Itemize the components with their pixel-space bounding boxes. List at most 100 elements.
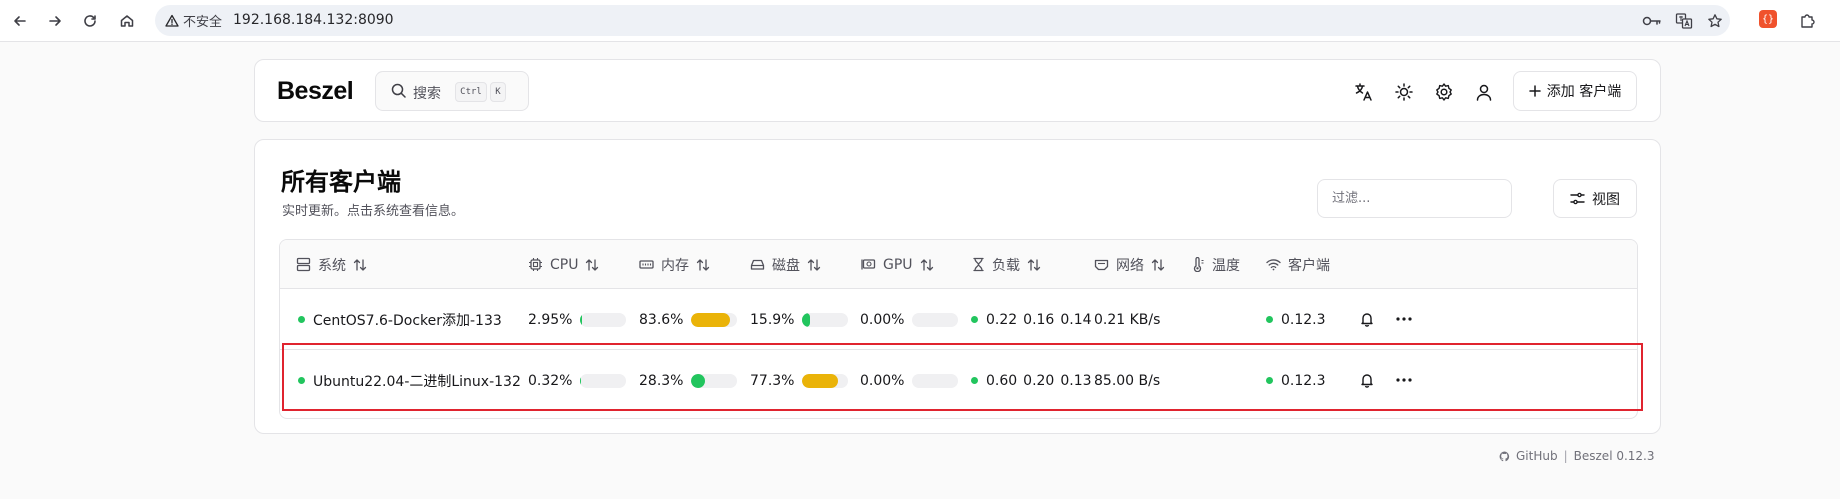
address-bar[interactable]: 不安全 192.168.184.132:8090 — [155, 5, 1730, 36]
app-logo[interactable]: Beszel — [277, 77, 354, 106]
bookmark-star-icon[interactable] — [1705, 11, 1725, 31]
thermometer-icon — [1193, 257, 1204, 272]
cpu-bar-fill — [580, 312, 582, 327]
load-status-dot — [971, 316, 978, 323]
hourglass-icon — [973, 257, 984, 272]
sort-icon — [586, 258, 599, 271]
browser-toolbar: 不安全 192.168.184.132:8090 {} — [0, 0, 1840, 42]
user-icon[interactable] — [1472, 80, 1496, 104]
gpu-value: 0.00% — [860, 311, 905, 328]
extensions-puzzle-icon[interactable] — [1795, 8, 1821, 34]
load-cell: 0.22 0.16 0.14 — [971, 289, 1092, 350]
network-value: 0.21 KB/s — [1094, 311, 1161, 328]
url-text[interactable]: 192.168.184.132:8090 — [233, 12, 394, 28]
disk-bar — [802, 312, 849, 327]
theme-sun-icon[interactable] — [1392, 80, 1416, 104]
column-network[interactable]: 网络 — [1094, 240, 1165, 289]
security-label: 不安全 — [183, 15, 223, 30]
column-system-label: 系统 — [318, 257, 346, 274]
disk-cell: 15.9% — [750, 289, 849, 350]
column-network-label: 网络 — [1116, 257, 1144, 274]
agent-status-dot — [1266, 316, 1273, 323]
gpu-icon — [861, 259, 876, 270]
sort-icon — [807, 258, 821, 271]
table-header: 系统 CPU 内存 磁盘 GPU 负载 网络 温度 客户端 — [280, 240, 1637, 289]
column-agent[interactable]: 客户端 — [1266, 240, 1330, 289]
column-disk-label: 磁盘 — [772, 257, 800, 274]
column-disk[interactable]: 磁盘 — [750, 240, 821, 289]
sliders-icon — [1570, 192, 1585, 205]
column-load[interactable]: 负载 — [972, 240, 1041, 289]
memory-value: 83.6% — [639, 311, 684, 328]
column-cpu[interactable]: CPU — [528, 240, 599, 289]
column-temperature-label: 温度 — [1212, 257, 1240, 274]
github-icon — [1499, 451, 1510, 461]
security-indicator[interactable]: 不安全 — [165, 10, 222, 31]
column-gpu[interactable]: GPU — [861, 240, 934, 289]
gpu-cell: 0.00% — [860, 289, 959, 350]
column-system[interactable]: 系统 — [296, 240, 367, 289]
filter-input[interactable] — [1317, 179, 1512, 218]
view-label: 视图 — [1592, 191, 1620, 208]
memory-bar — [691, 312, 738, 327]
agent-cell: 0.12.3 — [1266, 289, 1326, 350]
cpu-icon — [529, 258, 542, 271]
column-memory[interactable]: 内存 — [639, 240, 710, 289]
column-memory-label: 内存 — [661, 257, 689, 274]
sort-icon — [353, 258, 367, 271]
github-link[interactable]: GitHub — [1516, 449, 1558, 463]
server-icon — [296, 257, 311, 272]
memory-cell: 83.6% — [639, 289, 738, 350]
password-key-icon[interactable] — [1642, 11, 1662, 31]
table-row[interactable]: CentOS7.6-Docker添加-133 2.95% 83.6% 15.9%… — [280, 289, 1637, 350]
home-icon[interactable] — [114, 8, 140, 34]
bell-icon[interactable] — [1355, 307, 1379, 331]
system-name: CentOS7.6-Docker添加-133 — [313, 312, 502, 329]
disk-bar-fill — [802, 312, 810, 327]
cpu-bar — [580, 312, 627, 327]
page-title: 所有客户端 — [281, 168, 401, 196]
add-client-label: 添加 客户端 — [1546, 84, 1622, 100]
memory-icon — [639, 260, 654, 269]
language-icon[interactable] — [1352, 80, 1376, 104]
warning-icon — [165, 14, 179, 27]
gpu-bar — [912, 312, 959, 327]
translate-page-icon[interactable] — [1674, 11, 1694, 31]
footer: GitHub | Beszel 0.12.3 — [1499, 449, 1655, 463]
system-name-cell[interactable]: CentOS7.6-Docker添加-133 — [298, 289, 502, 350]
settings-gear-icon[interactable] — [1432, 80, 1456, 104]
wifi-icon — [1266, 259, 1281, 271]
agent-version: 0.12.3 — [1281, 311, 1326, 328]
cpu-value: 2.95% — [528, 311, 573, 328]
load-1m: 0.22 — [986, 311, 1018, 328]
more-options-icon[interactable] — [1392, 307, 1416, 331]
back-icon[interactable] — [7, 8, 33, 34]
extension-icon[interactable]: {} — [1759, 10, 1777, 28]
network-icon — [1094, 259, 1109, 271]
status-dot — [298, 316, 305, 323]
forward-icon[interactable] — [42, 8, 68, 34]
kbd-k: K — [490, 82, 506, 102]
disk-value: 15.9% — [750, 311, 795, 328]
version-link[interactable]: Beszel 0.12.3 — [1574, 449, 1655, 463]
app-header: Beszel 搜索 Ctrl K 添加 客户端 — [254, 59, 1661, 122]
search-icon — [391, 83, 406, 98]
plus-icon — [1529, 85, 1541, 97]
column-agent-label: 客户端 — [1288, 257, 1330, 274]
search-button[interactable]: 搜索 Ctrl K — [375, 71, 529, 111]
column-cpu-label: CPU — [550, 256, 579, 273]
column-gpu-label: GPU — [883, 256, 913, 273]
sort-icon — [1027, 258, 1041, 271]
column-temperature[interactable]: 温度 — [1192, 240, 1240, 289]
load-5m: 0.16 — [1023, 311, 1055, 328]
sort-icon — [920, 258, 933, 271]
reload-icon[interactable] — [77, 8, 103, 34]
view-button[interactable]: 视图 — [1553, 179, 1637, 218]
sort-icon — [1151, 258, 1165, 271]
page-subtitle: 实时更新。点击系统查看信息。 — [282, 204, 465, 219]
add-client-button[interactable]: 添加 客户端 — [1513, 71, 1637, 111]
cpu-cell: 2.95% — [528, 289, 627, 350]
load-15m: 0.14 — [1060, 311, 1092, 328]
highlight-box — [282, 343, 1643, 411]
search-label: 搜索 — [413, 86, 441, 102]
